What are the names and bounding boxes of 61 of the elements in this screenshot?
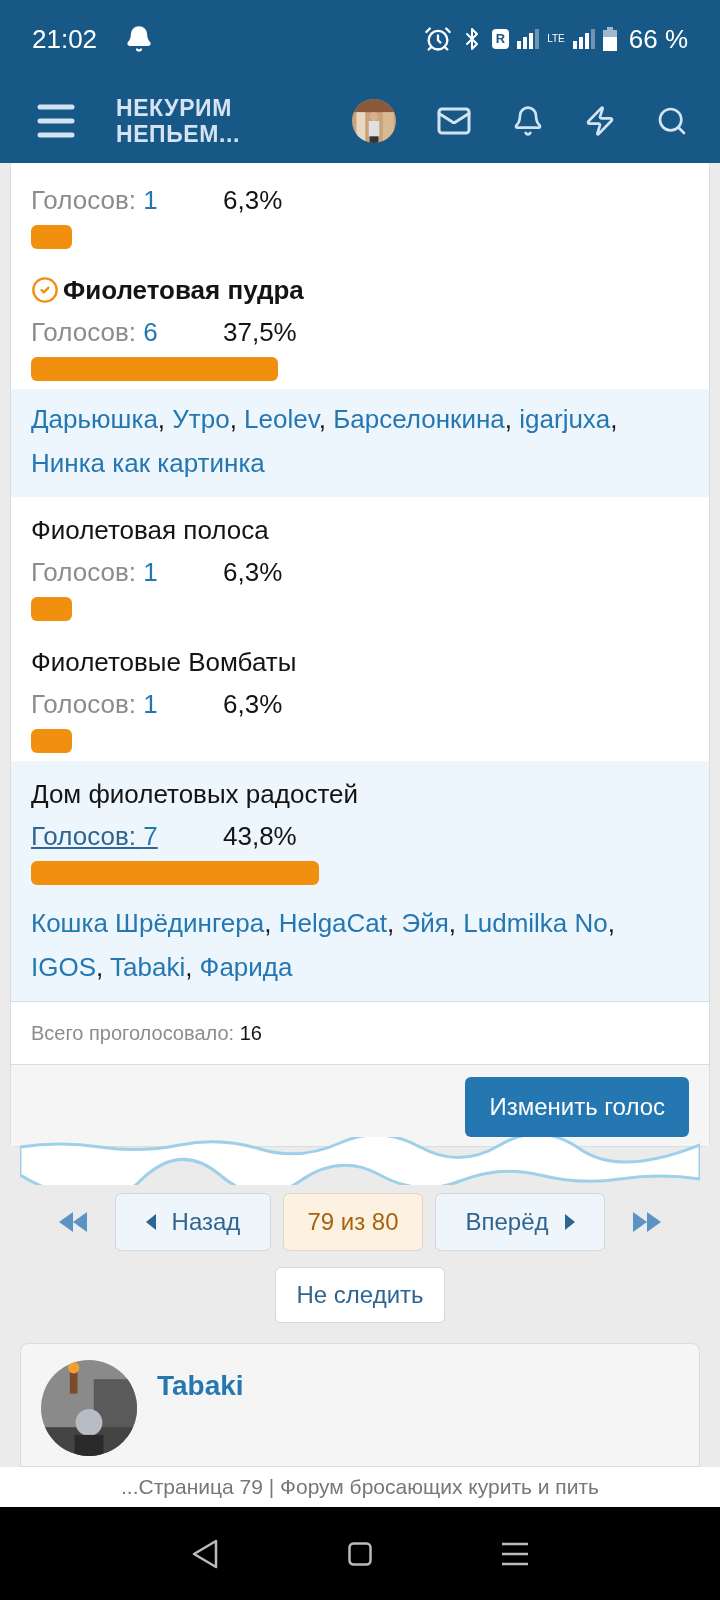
vote-percent: 6,3% [223,184,283,217]
author-name[interactable]: Tabaki [157,1368,244,1404]
votes-link[interactable]: Голосов: 6 [31,315,223,349]
alarm-icon [423,25,452,53]
votes-link[interactable]: Голосов: 1 [31,555,223,589]
back-icon[interactable] [192,1538,218,1569]
voter-list: Кошка Шрёдингера, HelgaCat, Эйя, Ludmilka No, IGOS, Tabaki, Фарида [11,893,709,1001]
voter-link[interactable]: Ludmilka No [463,908,608,938]
signal-icon [517,29,540,49]
unwatch-button[interactable]: Не следить [275,1267,445,1323]
voter-link[interactable]: Leolev [244,404,319,434]
total-votes: 16 [239,1022,262,1044]
vote-bar [31,225,73,249]
vote-percent: 37,5% [223,316,297,349]
option-name: Дом фиолетовых радостей [31,778,358,811]
vote-percent: 43,8% [223,820,297,853]
vote-bar [31,729,73,753]
votes-link[interactable]: Голосов: 1 [31,183,223,217]
change-vote-button[interactable]: Изменить голос [465,1077,689,1137]
voter-link[interactable]: Нинка как картинка [31,448,265,478]
voter-link[interactable]: Tabaki [110,952,186,982]
roaming-badge: R [491,29,510,49]
voter-link[interactable]: Кошка Шрёдингера [31,908,265,938]
home-icon[interactable] [348,1541,372,1566]
user-avatar[interactable] [352,98,396,143]
next-page-button[interactable]: Вперёд [435,1193,605,1251]
battery-level: 66 % [628,22,688,56]
site-logo[interactable]: НЕКУРИМ НЕПЬЕМ... [116,94,240,147]
option-name: Фиолетовая полоса [31,514,269,547]
current-page-button[interactable]: 79 из 80 [283,1193,423,1251]
votes-link[interactable]: Голосов: 1 [31,687,223,721]
voter-link[interactable]: Эйя [401,908,449,938]
vote-bar [31,597,73,621]
voter-link[interactable]: Фарида [199,952,293,982]
caret-left-icon [145,1214,156,1230]
first-page-icon[interactable] [59,1212,87,1232]
bell-icon[interactable] [512,104,544,137]
caret-right-icon [564,1214,575,1230]
previous-page-button[interactable]: Назад [115,1193,271,1251]
network-label: LTE [547,34,565,44]
last-page-icon[interactable] [633,1212,661,1232]
voter-link[interactable]: Дарьюшка [31,404,158,434]
voter-link[interactable]: IGOS [31,952,96,982]
voter-link[interactable]: igarjuxa [519,404,611,434]
option-name: Фиолетовая пудра [63,274,304,307]
recent-apps-icon[interactable] [502,1541,528,1566]
status-time: 21:02 [32,22,98,56]
notification-icon [125,25,154,53]
battery-icon [602,27,617,51]
voter-link[interactable]: HelgaCat [278,908,388,938]
lightning-icon[interactable] [584,104,616,137]
vote-percent: 6,3% [223,556,283,589]
signal-icon [572,29,595,49]
total-votes-label: Всего проголосовало: [31,1022,236,1044]
vote-percent: 6,3% [223,688,283,721]
voter-link[interactable]: Барселонкина [333,404,505,434]
voter-list: Дарьюшка, Утро, Leolev, Барселонкина, igarjuxa, Нинка как картинка [11,389,709,497]
voter-link[interactable]: Утро [172,404,230,434]
votes-link[interactable]: Голосов: 7 [31,819,223,853]
page-title: ...Страница 79 | Форум бросающих курить и пить [121,1474,599,1501]
option-name: Фиолетовые Вомбаты [31,646,297,679]
